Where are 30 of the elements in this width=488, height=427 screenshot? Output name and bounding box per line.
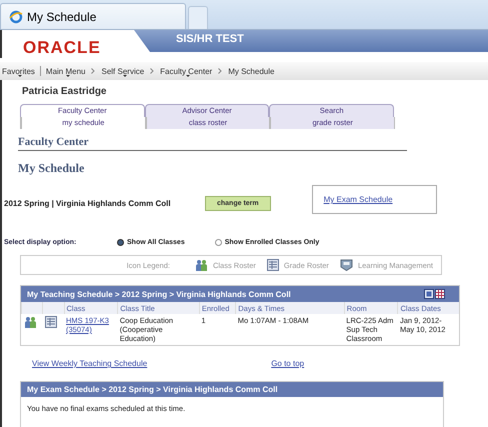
spreadsheet-icon[interactable] [44,316,57,328]
breadcrumb-link[interactable]: Favorites [0,66,37,76]
breadcrumb-link[interactable]: Faculty Center [158,66,214,76]
exam-schedule-link[interactable]: My Exam Schedule [324,195,393,204]
chevron-icon [150,68,154,74]
breadcrumb-link[interactable]: My Schedule [226,66,276,76]
browser-tab[interactable]: My Schedule [0,3,186,29]
breadcrumb-link[interactable]: Self Service [99,66,146,76]
grid-icon[interactable] [435,289,445,299]
chevron-icon [218,68,222,74]
zoom-icon[interactable] [424,289,434,299]
term-label: 2012 Spring | Virginia Highlands Comm Coll [4,199,172,208]
user-name: Patricia Eastridge [22,85,108,99]
page-title: My Schedule [18,161,86,176]
breadcrumb-link[interactable]: Main Menu [44,66,88,76]
browser-logo-icon [9,10,23,24]
go-to-top-link[interactable]: Go to top [271,359,304,368]
environment-banner: SIS/HR TEST [134,30,488,52]
radio-button[interactable] [214,239,222,246]
shield-icon [340,259,353,271]
panel-title: My Exam Schedule > 2012 Spring > Virginia Highlands Comm Coll [27,385,278,394]
section-title: Faculty Center [18,136,407,151]
weekly-schedule-link[interactable]: View Weekly Teaching Schedule [32,359,148,368]
spreadsheet-icon [266,259,279,271]
people-icon[interactable] [24,316,36,328]
chevron-icon [91,68,96,74]
people-icon [194,259,208,271]
grid-title: My Teaching Schedule > 2012 Spring > Virginia Highlands Comm Coll [27,290,291,298]
radio-button[interactable] [117,239,124,246]
oracle-logo: ORACLE [22,37,102,58]
